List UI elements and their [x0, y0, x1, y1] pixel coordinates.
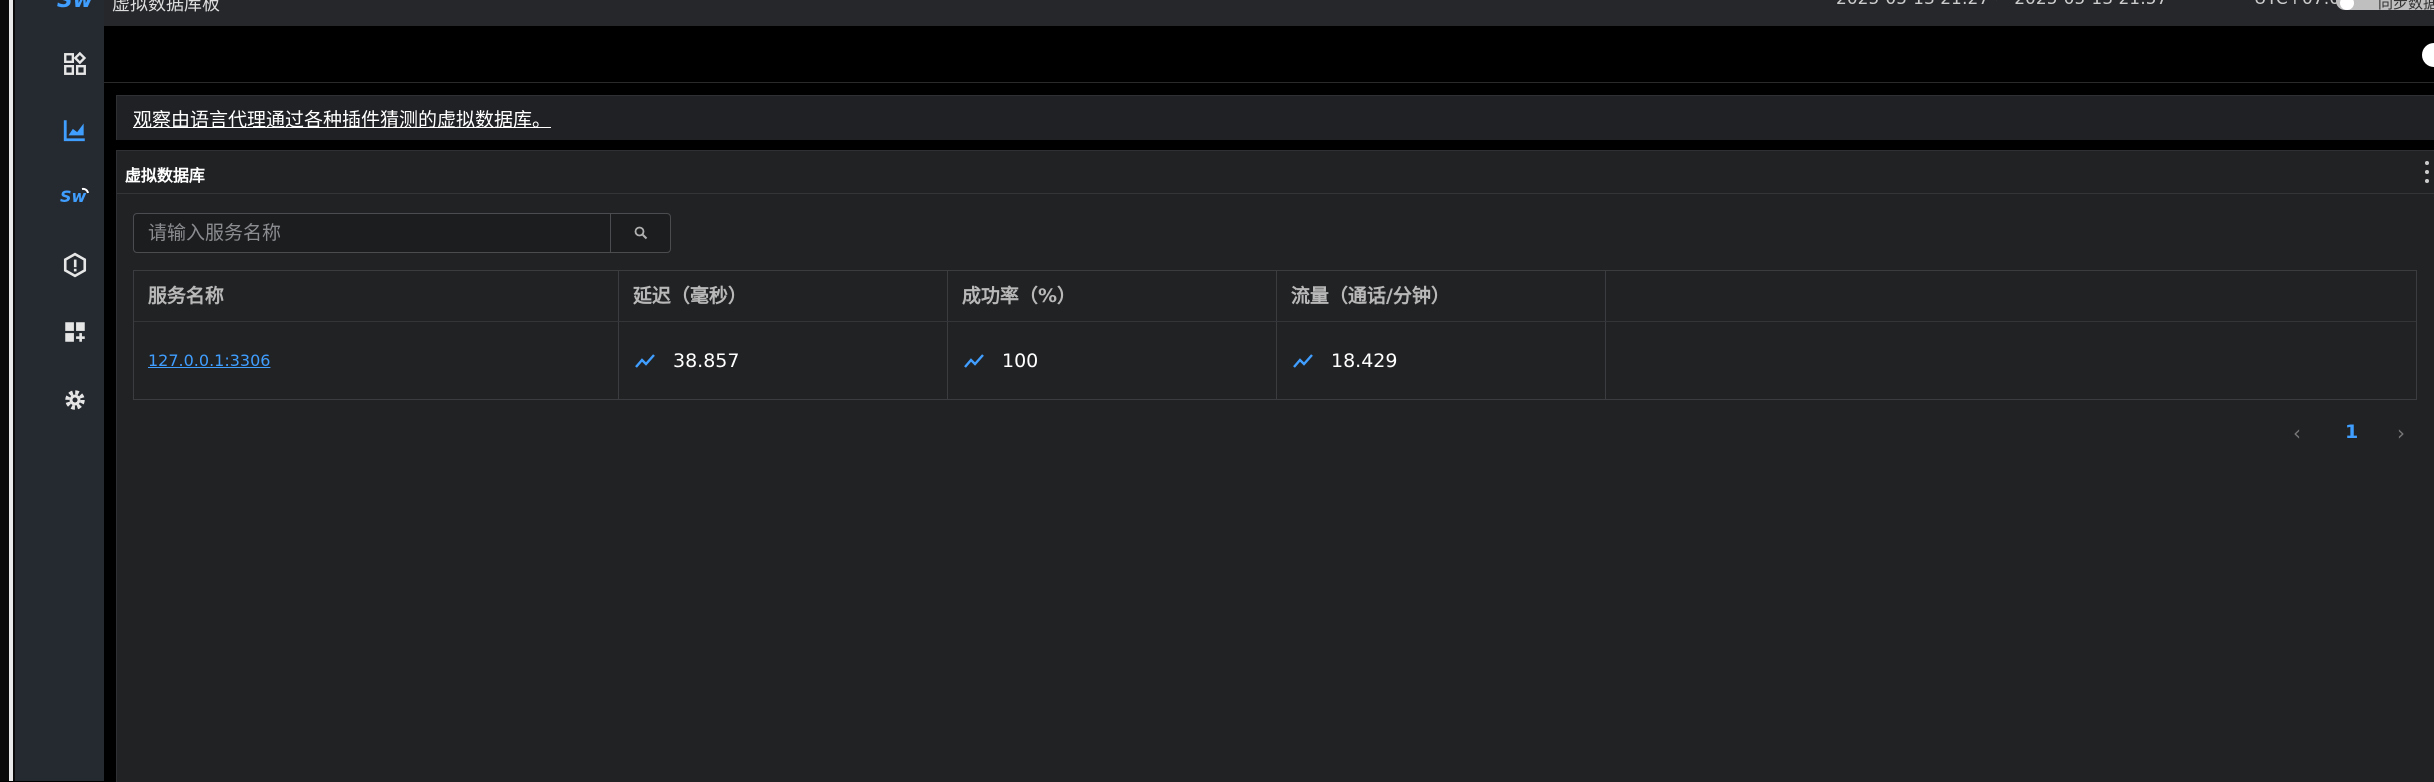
search-icon [634, 226, 648, 240]
table-row-traffic-cell: 18.429 [1277, 322, 1606, 399]
widget-header: 虚拟数据库 [117, 151, 2434, 194]
table-row-success-rate-cell: 100 [948, 322, 1277, 399]
widget-title: 虚拟数据库 [125, 166, 206, 185]
search-box [133, 213, 671, 253]
latency-value: 38.857 [673, 349, 740, 372]
prev-page-button[interactable]: ‹ [2293, 421, 2301, 445]
description-card: 观察由语言代理通过各种插件猜测的虚拟数据库。 [116, 95, 2434, 140]
trend-line-icon[interactable] [1291, 349, 1315, 373]
service-link[interactable]: 127.0.0.1:3306 [148, 351, 270, 370]
alarm-shield-icon[interactable] [59, 249, 91, 281]
search-button[interactable] [610, 214, 671, 252]
more-options-icon[interactable] [2424, 161, 2430, 183]
column-header-latency: 延迟（毫秒） [619, 271, 948, 321]
column-header-success-rate: 成功率（%） [948, 271, 1277, 321]
top-bar: 虚拟数据库板 2025-05-13 21:27 ~ 2025-05-13 21:… [104, 0, 2434, 26]
metrics-chart-icon[interactable] [59, 114, 91, 146]
time-range-picker[interactable]: 2025-05-13 21:27 ~ 2025-05-13 21:57 [1836, 0, 2167, 9]
window-left-edge [0, 0, 15, 781]
pagination: ‹ 1 › [2293, 419, 2417, 449]
skywalking-logo-icon[interactable]: Sw [59, 180, 91, 212]
table-row-latency-cell: 38.857 [619, 322, 948, 399]
page-title: 虚拟数据库板 [112, 0, 220, 15]
auto-refresh-label: 同步数据 [2378, 0, 2434, 12]
settings-gear-icon[interactable] [59, 384, 91, 416]
services-table: 服务名称 延迟（毫秒） 成功率（%） 流量（通话/分钟） 127.0.0.1:3… [133, 270, 2417, 400]
traffic-value: 18.429 [1331, 349, 1398, 372]
dashboard-tool-bar [104, 26, 2434, 83]
trend-line-icon[interactable] [962, 349, 986, 373]
success-rate-value: 100 [1002, 349, 1039, 372]
service-search-input[interactable] [134, 214, 610, 252]
auto-refresh-toggle[interactable]: 同步数据 [2336, 0, 2434, 12]
logo-icon[interactable]: Sw [57, 0, 93, 16]
page-number-current[interactable]: 1 [2345, 421, 2358, 443]
dashboard-icon[interactable] [59, 48, 91, 80]
edit-mode-toggle[interactable] [2422, 43, 2434, 67]
add-widget-icon[interactable] [59, 316, 91, 348]
table-row-service-name-cell: 127.0.0.1:3306 [134, 322, 619, 399]
trend-line-icon[interactable] [633, 349, 657, 373]
next-page-button[interactable]: › [2397, 421, 2405, 445]
column-header-service-name: 服务名称 [134, 271, 619, 321]
column-header-traffic: 流量（通话/分钟） [1277, 271, 1606, 321]
description-text: 观察由语言代理通过各种插件猜测的虚拟数据库。 [133, 109, 552, 131]
virtual-database-widget: 虚拟数据库 服务名称 延迟（毫秒） 成功率（%） 流量（通话/分钟） 127.0… [116, 150, 2434, 782]
sidebar: Sw Sw [15, 0, 104, 781]
